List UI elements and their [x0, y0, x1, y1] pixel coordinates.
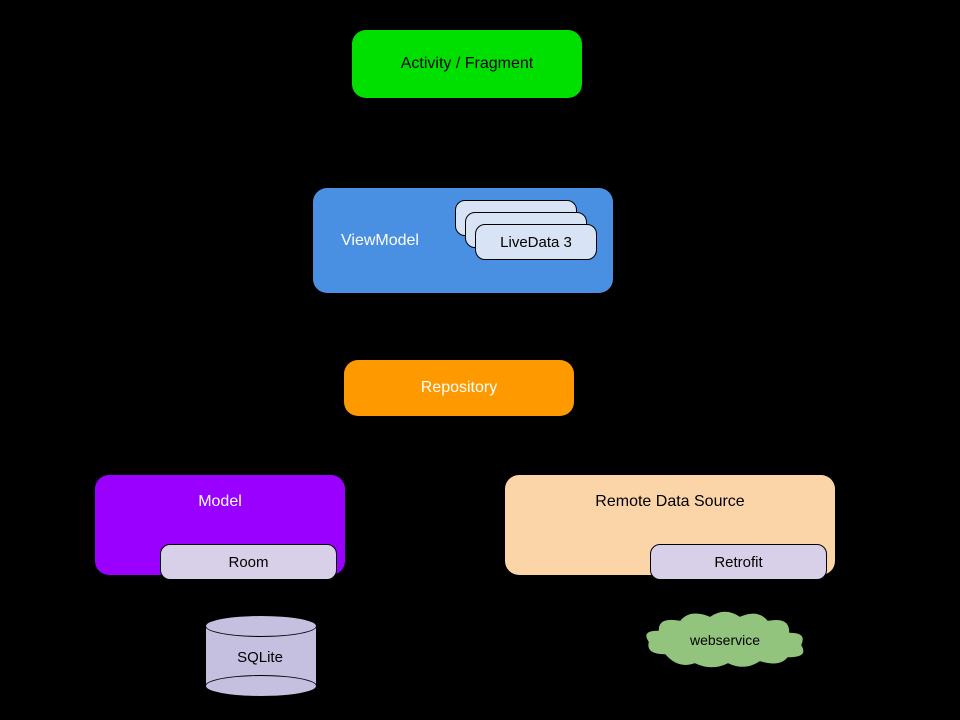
room-box: Room — [160, 544, 337, 580]
livedata-card-3: LiveData 3 — [475, 224, 597, 260]
webservice-cloud: webservice — [640, 610, 810, 670]
activity-label: Activity / Fragment — [401, 55, 533, 73]
activity-fragment-box: Activity / Fragment — [352, 30, 582, 98]
retrofit-box: Retrofit — [650, 544, 827, 580]
viewmodel-label: ViewModel — [341, 232, 419, 250]
room-label: Room — [228, 554, 268, 571]
webservice-label: webservice — [640, 632, 810, 648]
remote-label: Remote Data Source — [595, 493, 744, 511]
repository-box: Repository — [344, 360, 574, 416]
livedata-stack: LiveData 3 — [455, 200, 595, 268]
sqlite-cylinder: SQLite — [205, 615, 315, 695]
sqlite-label: SQLite — [205, 649, 315, 666]
model-label: Model — [198, 493, 242, 511]
repository-label: Repository — [421, 379, 497, 397]
retrofit-label: Retrofit — [714, 554, 762, 571]
livedata-label: LiveData 3 — [500, 234, 572, 251]
